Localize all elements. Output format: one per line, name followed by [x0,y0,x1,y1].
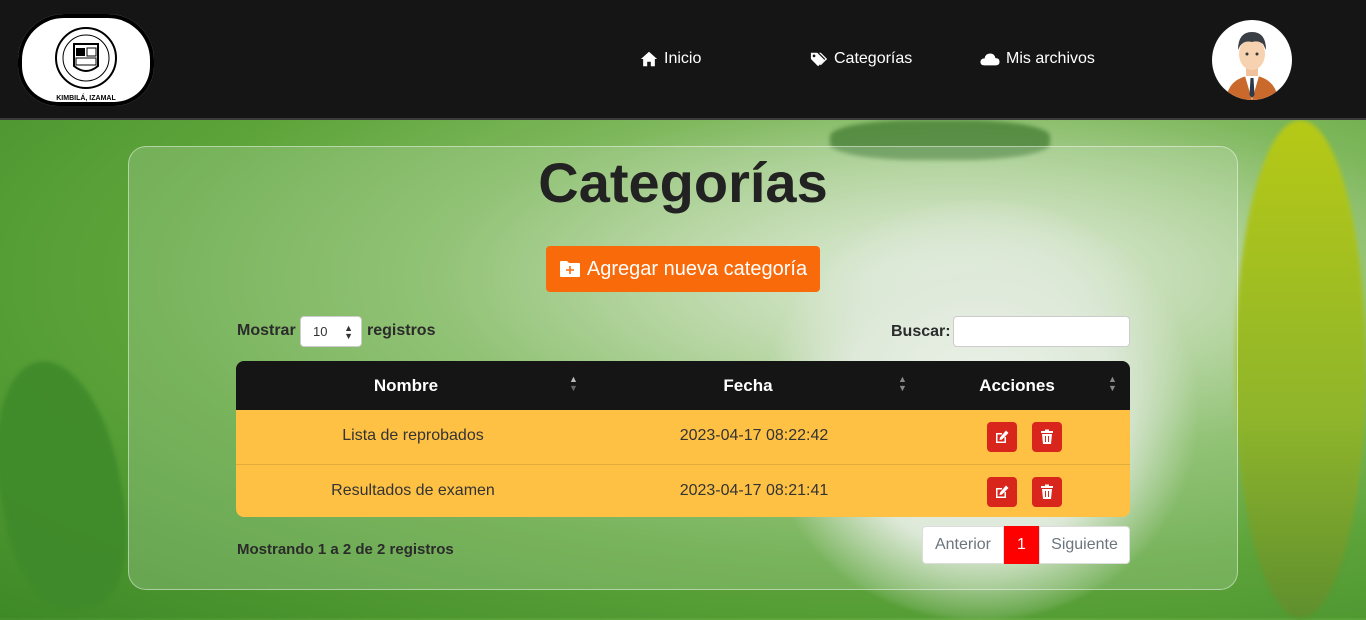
logo-caption: KIMBILÁ, IZAMAL [56,93,116,102]
table-info: Mostrando 1 a 2 de 2 registros [237,541,454,558]
next-page-button[interactable]: Siguiente [1039,526,1130,564]
nav-categorias-label: Categorías [834,50,913,67]
delete-button[interactable] [1032,422,1062,452]
search-label: Buscar: [891,323,951,340]
user-avatar-icon [1226,32,1278,100]
column-header-nombre[interactable]: Nombre [356,376,456,396]
edit-icon [996,485,1009,498]
search-input[interactable] [953,316,1130,347]
tags-icon [810,52,828,67]
cell-fecha: 2023-04-17 08:21:41 [679,482,829,499]
cell-nombre: Lista de reprobados [342,427,484,444]
table-header: Nombre ▲ ▼ Fecha ▲ ▼ Acciones ▲ ▼ [236,361,1130,410]
trash-icon [1041,484,1053,499]
nav-mis-archivos[interactable]: Mis archivos [980,50,1095,68]
user-avatar[interactable] [1212,20,1292,100]
trash-icon [1041,429,1053,444]
nav-inicio[interactable]: Inicio [640,50,701,68]
folder-plus-icon [559,261,580,277]
home-icon [640,51,658,67]
background-leaf [0,351,141,619]
pagination: Anterior 1 Siguiente [922,526,1130,564]
table-row: Resultados de examen 2023-04-17 08:21:41 [236,464,1130,517]
edit-button[interactable] [987,422,1017,452]
previous-page-button[interactable]: Anterior [922,526,1004,564]
page-button-current[interactable]: 1 [1004,526,1039,564]
cell-fecha: 2023-04-17 08:22:42 [679,427,829,444]
table-row: Lista de reprobados 2023-04-17 08:22:42 [236,410,1130,464]
navbar: KIMBILÁ, IZAMAL Inicio Categorías Mis ar… [0,0,1366,120]
column-header-fecha[interactable]: Fecha [698,376,798,396]
categories-table: Nombre ▲ ▼ Fecha ▲ ▼ Acciones ▲ ▼ Lista de … [236,361,1130,517]
edit-button[interactable] [987,477,1017,507]
page-title: Categorías [538,151,828,214]
records-label: registros [367,322,436,339]
sort-icon[interactable]: ▲ ▼ [1108,375,1117,393]
cloud-icon [980,53,1000,66]
column-header-acciones[interactable]: Acciones [967,376,1067,396]
delete-button[interactable] [1032,477,1062,507]
nav-inicio-label: Inicio [664,50,702,67]
select-arrows-icon: ▲ ▼ [344,323,353,341]
nav-mis-archivos-label: Mis archivos [1006,50,1095,67]
page-size-value: 10 [313,324,328,339]
show-label: Mostrar [237,322,296,339]
nav-categorias[interactable]: Categorías [810,50,912,68]
add-category-label: Agregar nueva categoría [586,257,808,280]
page-size-select[interactable]: 10 ▲ ▼ [300,316,362,347]
school-logo[interactable]: KIMBILÁ, IZAMAL [18,14,154,106]
edit-icon [996,430,1009,443]
sort-icon[interactable]: ▲ ▼ [569,375,578,393]
sort-icon[interactable]: ▲ ▼ [898,375,907,393]
add-category-button[interactable]: Agregar nueva categoría [546,246,820,292]
cell-nombre: Resultados de examen [331,482,495,499]
